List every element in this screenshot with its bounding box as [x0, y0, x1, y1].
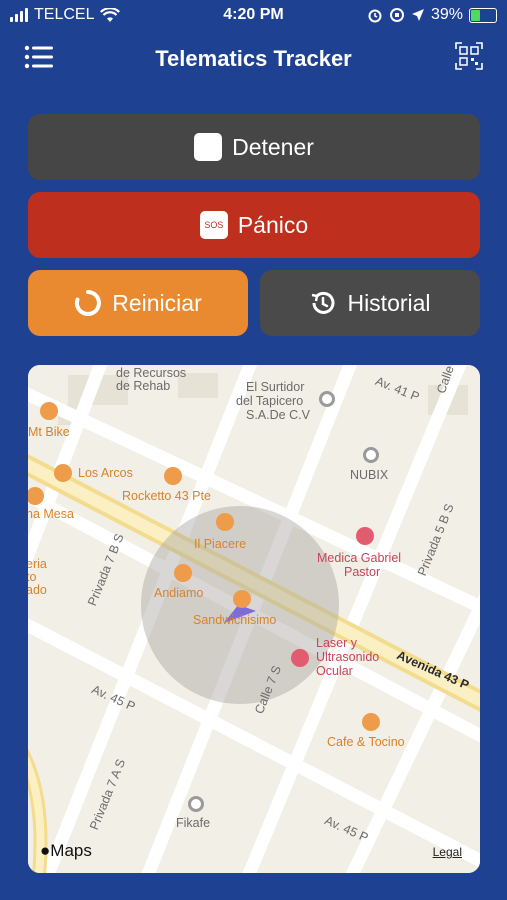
medical-icon[interactable] — [356, 527, 374, 545]
map-label: Ocular — [316, 664, 353, 678]
battery-icon — [469, 7, 497, 23]
stop-label: Detener — [232, 133, 314, 160]
panic-label: Pánico — [237, 211, 309, 238]
map-label: S.A.De C.V — [246, 408, 310, 422]
battery-percent: 39% — [430, 6, 463, 23]
map-label: El Surtidor — [246, 380, 305, 394]
poi-marker-icon[interactable] — [188, 796, 204, 812]
qr-code-icon[interactable] — [455, 42, 483, 70]
page-title: Telematics Tracker — [155, 46, 352, 71]
restaurant-icon[interactable] — [54, 464, 72, 482]
map-label: Il Piacere — [194, 537, 247, 551]
poi-marker-icon[interactable] — [319, 391, 335, 407]
legal-link[interactable]: Legal — [433, 845, 462, 859]
map-label: ado — [28, 583, 47, 597]
alarm-icon — [368, 9, 382, 23]
map-label: Pastor — [344, 565, 381, 579]
map-view[interactable]: de Recursos de Rehab El Surtidor del Tap… — [28, 365, 480, 873]
food-icon[interactable] — [164, 467, 182, 485]
cafe-icon[interactable] — [216, 513, 234, 531]
history-button[interactable]: Historial — [260, 270, 480, 336]
apple-icon: ● — [40, 841, 51, 860]
map-label: de Rehab — [116, 379, 171, 393]
map-label: Mt Bike — [28, 425, 70, 439]
rotation-lock-icon — [389, 8, 404, 22]
location-icon — [411, 9, 424, 21]
map-label: Los Arcos — [78, 466, 133, 480]
map-label: Ultrasonido — [316, 650, 380, 664]
medical-icon[interactable] — [291, 649, 309, 667]
restart-button[interactable]: Reiniciar — [28, 270, 248, 336]
cafe-icon[interactable] — [362, 713, 380, 731]
maps-logo: ●Maps — [40, 841, 92, 861]
map-label: Sandwichisimo — [193, 613, 277, 627]
map-label: Rocketto 43 Pte — [122, 489, 211, 503]
restart-label: Reiniciar — [112, 289, 202, 316]
refresh-icon — [75, 290, 102, 316]
map-label: na Mesa — [28, 507, 74, 521]
maps-logo-text: Maps — [50, 841, 92, 860]
history-label: Historial — [347, 289, 431, 316]
panic-button[interactable]: SOS Pánico — [28, 192, 480, 258]
restaurant-icon[interactable] — [233, 590, 251, 608]
status-bar: TELCEL 4:20 PM 39% — [0, 0, 507, 30]
sos-icon: SOS — [199, 211, 228, 239]
map-label: NUBIX — [350, 468, 389, 482]
stop-button[interactable]: Detener — [28, 114, 480, 180]
nav-bar: Telematics Tracker — [0, 38, 507, 78]
status-right: 39% — [367, 6, 497, 24]
map-label: Laser y — [316, 636, 357, 650]
restaurant-icon[interactable] — [174, 564, 192, 582]
stop-icon — [194, 133, 223, 161]
map-label: Medica Gabriel — [317, 551, 402, 565]
map-label: Andiamo — [154, 586, 204, 600]
bike-shop-icon[interactable] — [40, 402, 58, 420]
poi-marker-icon[interactable] — [363, 447, 379, 463]
map-label: Cafe & Tocino — [327, 735, 405, 749]
map-label: del Tapicero — [236, 394, 304, 408]
map-label: Fikafe — [176, 816, 211, 830]
history-icon — [312, 291, 335, 314]
